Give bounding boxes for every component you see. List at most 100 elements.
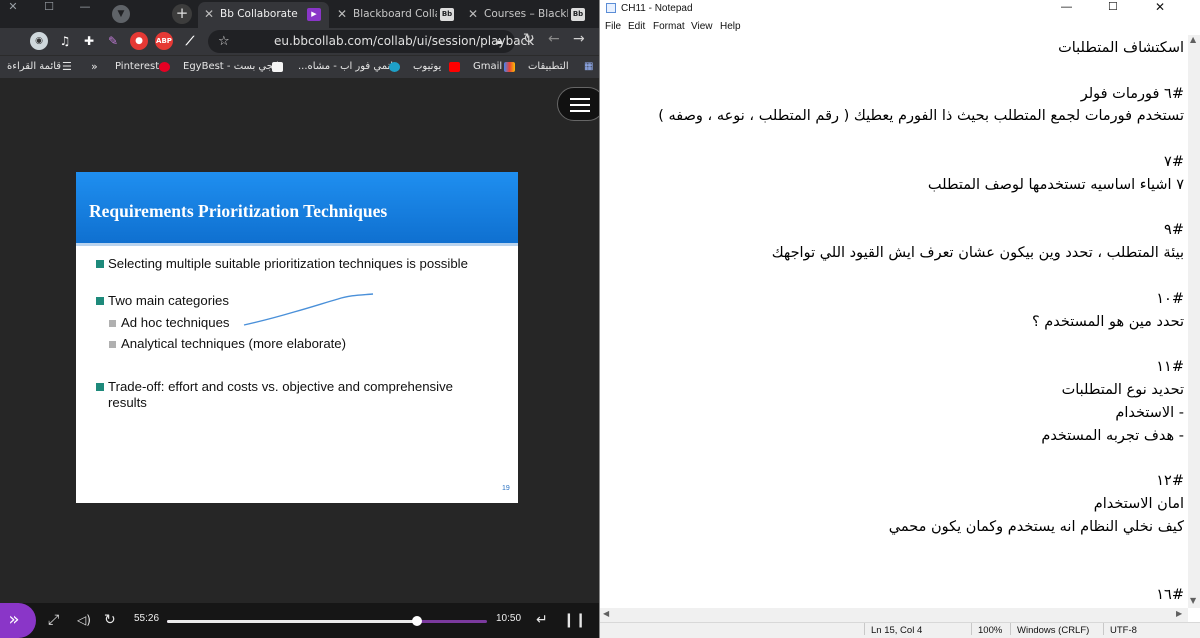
scroll-left-icon[interactable]: ◀ (603, 609, 609, 618)
reload-icon[interactable]: ↻ (523, 31, 535, 47)
skip-back-icon[interactable]: ↵ (536, 610, 548, 630)
vertical-scrollbar[interactable]: ▲ ▼ (1188, 35, 1200, 608)
status-separator (864, 623, 865, 635)
extensions-icon[interactable]: ✚ (80, 32, 98, 50)
note-heading-line: #١٦ (1156, 587, 1184, 604)
window-close-icon[interactable]: ✕ (0, 0, 26, 28)
text-editor[interactable]: اسكتشاف المتطلبات #٦ فورمات فولر تستخدم فو… (600, 35, 1188, 608)
blackboard-icon: Bb (571, 8, 585, 21)
note-heading-line: #٧ (1164, 154, 1184, 170)
notepad-window: CH11 - Notepad — ☐ ✕ File Edit Format Vi… (599, 0, 1200, 638)
record-extension-icon[interactable]: ● (130, 32, 148, 50)
pause-icon[interactable]: ❙❙ (563, 610, 586, 630)
menu-file[interactable]: File (605, 18, 621, 35)
slide-sub-bullet: Ad hoc techniques (109, 315, 230, 331)
window-minimize-icon[interactable]: — (72, 0, 98, 28)
scroll-down-icon[interactable]: ▼ (1190, 596, 1196, 605)
bullet-text: Selecting multiple suitable prioritizati… (108, 256, 468, 271)
note-heading-line: #١١ (1156, 359, 1184, 376)
volume-icon[interactable]: ◁) (77, 610, 91, 630)
notepad-icon (606, 3, 616, 13)
slide-number: 19 (502, 485, 510, 492)
bookmarks-overflow-icon[interactable]: » (91, 56, 98, 78)
tab-strip: ✕ ☐ — ▼ + ✕ Bb Collaborate ▶ ✕ Blackboar… (0, 0, 599, 28)
tab-blackboard-collab[interactable]: ✕ Blackboard Collab Bb (331, 2, 462, 28)
note-line: تحديد نوع المتطلبات (1061, 382, 1184, 398)
window-restore-icon[interactable]: ☐ (36, 0, 62, 28)
apps-icon[interactable]: ▦ (584, 56, 593, 78)
bookmark-gmail[interactable]: Gmail (473, 56, 502, 78)
bookmark-anime[interactable]: انمي فور اب - مشاه... (298, 56, 393, 78)
playback-controls: » ⤢ ◁) ↻ 55:26 10:50 ↵ ❙❙ (0, 603, 599, 638)
status-separator (1010, 623, 1011, 635)
session-player: Requirements Prioritization Techniques S… (0, 78, 599, 638)
replay-icon[interactable]: ↻ (104, 610, 116, 630)
anime-icon (389, 62, 400, 72)
notepad-menu-bar: File Edit Format View Help (600, 18, 1200, 35)
back-icon[interactable]: → (573, 31, 585, 47)
note-line: - هدف تجربه المستخدم (1041, 427, 1184, 444)
sub-bullet-text: Ad hoc techniques (121, 315, 230, 330)
eyedropper-icon[interactable]: ⟋ (181, 32, 199, 50)
bullet-marker (96, 383, 104, 391)
bookmark-star-icon[interactable]: ☆ (218, 30, 230, 53)
fullscreen-icon[interactable]: ⤢ (48, 610, 59, 630)
presentation-slide: Requirements Prioritization Techniques S… (76, 172, 518, 503)
note-heading-line: #١٢ (1156, 473, 1184, 490)
window-title: CH11 - Notepad (621, 3, 693, 14)
lock-icon[interactable]: 🔒︎ (497, 30, 502, 53)
close-tab-icon[interactable]: ✕ (468, 2, 478, 26)
status-bar: Ln 15, Col 4 100% Windows (CRLF) UTF-8 (600, 622, 1200, 638)
sub-bullet-marker (109, 320, 116, 327)
menu-format[interactable]: Format (653, 18, 685, 35)
media-control-icon[interactable]: ♫ (56, 32, 74, 50)
notepad-title-bar: CH11 - Notepad — ☐ ✕ (600, 0, 1200, 17)
note-line: - الاستخدام (1115, 404, 1184, 421)
bookmark-apps[interactable]: التطبيقات (528, 56, 569, 78)
encoding: UTF-8 (1110, 625, 1137, 636)
collaborate-panel-toggle[interactable]: » (0, 603, 36, 638)
address-bar[interactable]: ☆ eu.bbcollab.com/collab/ui/session/play… (208, 30, 534, 53)
url-text[interactable]: eu.bbcollab.com/collab/ui/session/playba… (274, 30, 534, 53)
session-menu-button[interactable] (557, 87, 599, 121)
slide-bullet: Trade-off: effort and costs vs. objectiv… (96, 379, 476, 411)
seek-progress (167, 620, 417, 623)
bookmarks-bar: قائمة القراءة ☰ » Pinterest ايجي بست - E… (0, 55, 599, 78)
horizontal-scrollbar[interactable]: ◀ ▶ (600, 608, 1188, 622)
bookmark-youtube[interactable]: يوتيوب (413, 56, 441, 78)
menu-edit[interactable]: Edit (628, 18, 645, 35)
new-tab-button[interactable]: + (172, 4, 192, 24)
maximize-icon[interactable]: ☐ (1108, 0, 1118, 15)
egybest-icon (272, 62, 283, 72)
zoom-level: 100% (978, 625, 1003, 636)
note-line: تستخدم فورمات لجمع المتطلب بحيث ذا الفور… (658, 108, 1184, 125)
tab-search-icon[interactable]: ▼ (112, 5, 130, 23)
close-tab-icon[interactable]: ✕ (204, 2, 214, 26)
menu-help[interactable]: Help (720, 18, 741, 35)
sub-bullet-marker (109, 341, 116, 348)
pen-annotation (243, 293, 374, 326)
reading-list-label[interactable]: قائمة القراءة (7, 56, 61, 78)
bookmark-pinterest[interactable]: Pinterest (115, 56, 159, 78)
close-tab-icon[interactable]: ✕ (337, 2, 347, 26)
seek-handle[interactable] (411, 616, 422, 626)
adblock-icon[interactable]: ABP (155, 32, 173, 50)
tab-bb-collaborate[interactable]: ✕ Bb Collaborate ▶ (198, 2, 329, 28)
scroll-right-icon[interactable]: ▶ (1176, 609, 1182, 618)
bookmark-egybest[interactable]: ايجي بست - EgyBest (183, 56, 279, 78)
feather-icon[interactable]: ✎ (104, 32, 122, 50)
reading-list-icon[interactable]: ☰ (62, 56, 72, 78)
forward-icon[interactable]: ← (548, 31, 560, 47)
bullet-marker (96, 260, 104, 268)
scroll-up-icon[interactable]: ▲ (1190, 35, 1196, 44)
note-line: كيف نخلي النظام انه يستخدم وكمان يكون مح… (888, 518, 1184, 535)
note-line: تحدد مين هو المستخدم ؟ (1031, 313, 1184, 330)
cursor-position: Ln 15, Col 4 (871, 625, 923, 636)
slide-divider (76, 243, 518, 246)
profile-avatar[interactable]: ◉ (30, 32, 48, 50)
tab-label: Bb Collaborate (220, 8, 298, 20)
close-icon[interactable]: ✕ (1155, 0, 1165, 15)
minimize-icon[interactable]: — (1061, 0, 1072, 15)
menu-view[interactable]: View (691, 18, 713, 35)
tab-courses-blackboard[interactable]: ✕ Courses – Blackboa Bb (462, 2, 593, 28)
